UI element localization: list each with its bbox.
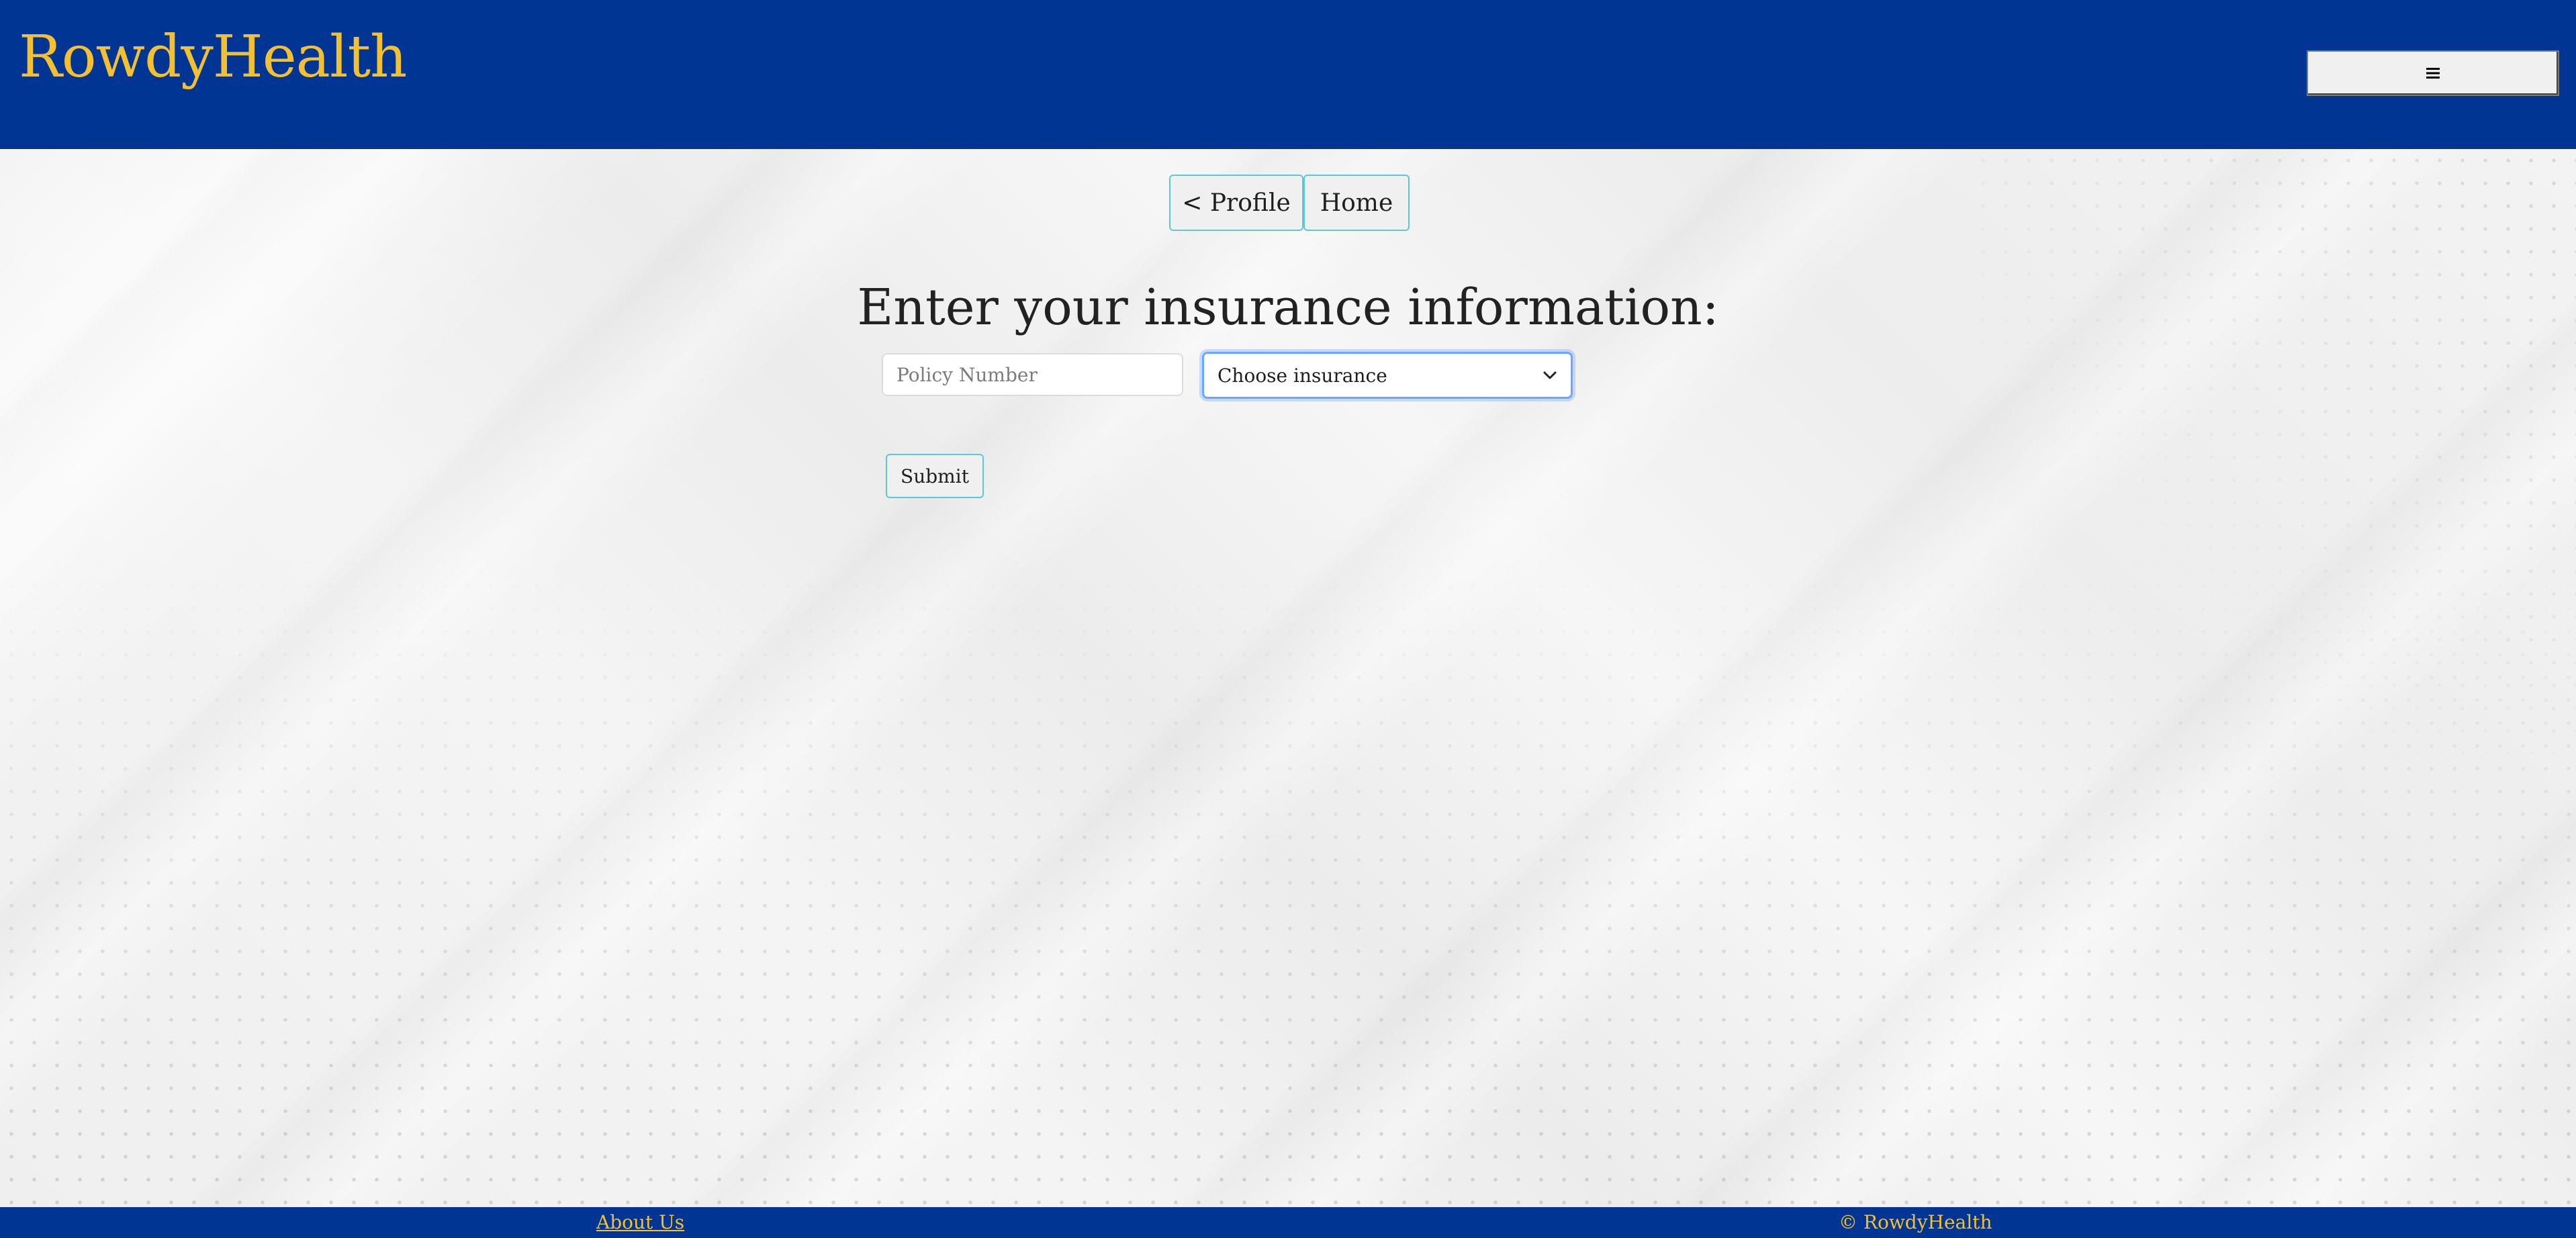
- background-dots-corner: [1972, 149, 2576, 753]
- back-to-profile-button[interactable]: < Profile: [1169, 175, 1303, 231]
- insurance-select[interactable]: Choose insurance: [1202, 352, 1573, 399]
- insurance-select-value: Choose insurance: [1217, 364, 1387, 387]
- copyright-text: © RowdyHealth: [1839, 1211, 1992, 1233]
- submit-button[interactable]: Submit: [886, 454, 984, 498]
- site-header: RowdyHealth: [0, 0, 2576, 149]
- menu-button[interactable]: [2307, 50, 2559, 96]
- home-button[interactable]: Home: [1303, 175, 1410, 231]
- page-title: Enter your insurance information:: [857, 279, 1719, 336]
- policy-number-input[interactable]: [882, 353, 1183, 396]
- site-footer: About Us © RowdyHealth: [0, 1207, 2576, 1238]
- about-us-link[interactable]: About Us: [596, 1211, 684, 1233]
- hamburger-icon: [2426, 68, 2440, 79]
- brand-logo[interactable]: RowdyHealth: [19, 28, 407, 86]
- chevron-down-icon: [1543, 371, 1557, 379]
